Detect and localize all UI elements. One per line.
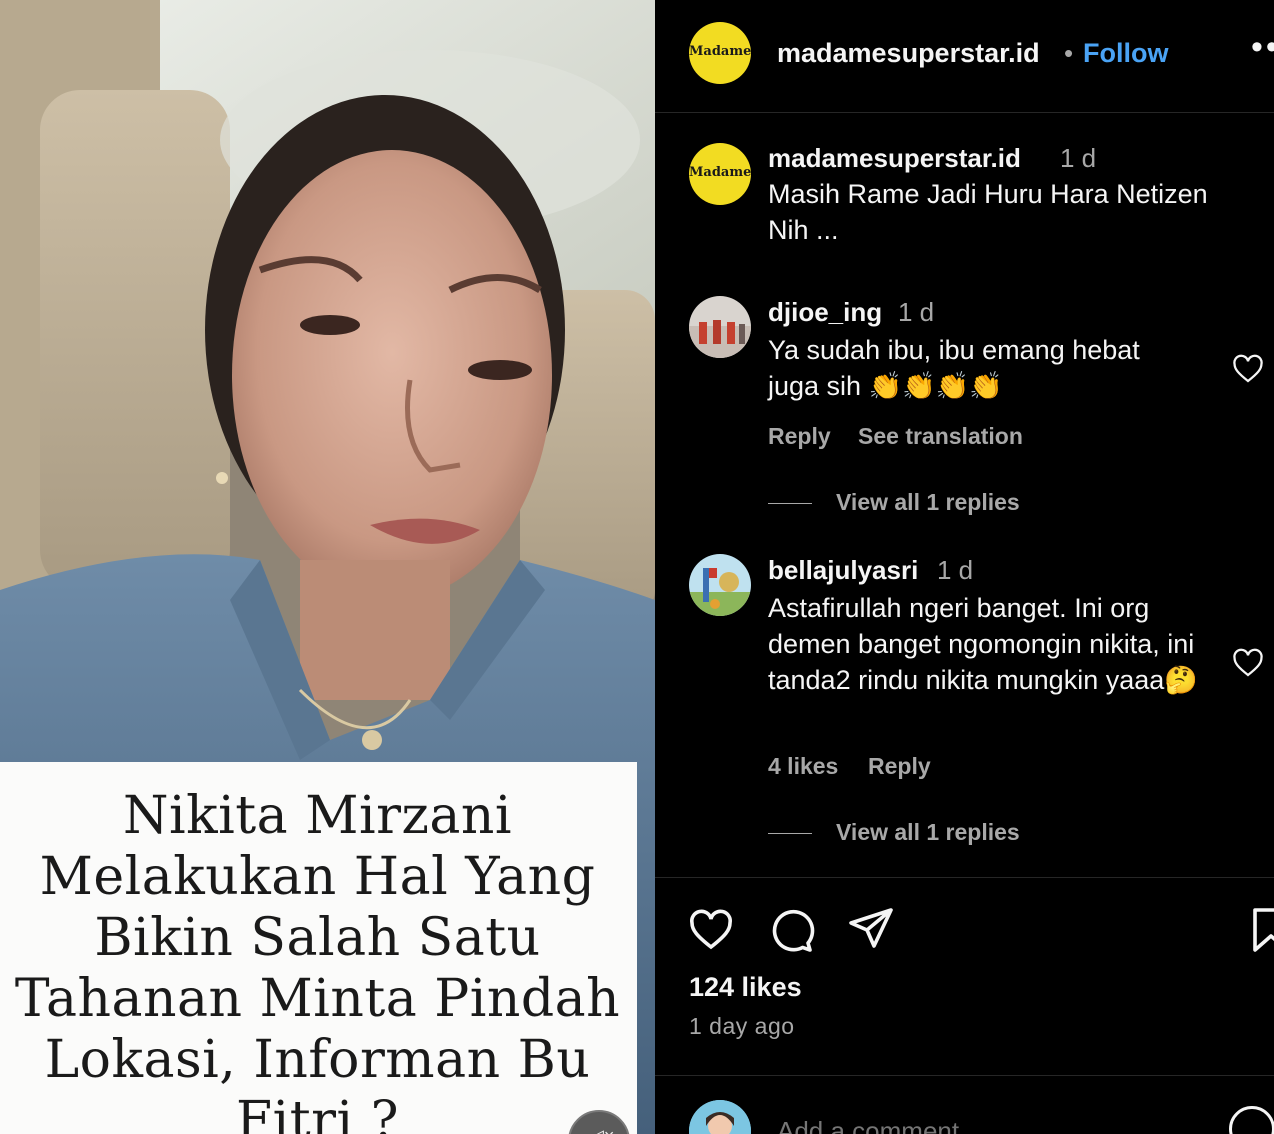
- likes-count[interactable]: 124 likes: [689, 972, 802, 1003]
- add-comment-input[interactable]: [777, 1116, 1217, 1134]
- follow-button[interactable]: Follow: [1083, 38, 1168, 69]
- comment-like-icon[interactable]: [1231, 646, 1265, 680]
- commenter-avatar[interactable]: [689, 296, 751, 358]
- comment-text: Astafirullah ngeri banget. Ini org demen…: [768, 593, 1198, 695]
- comment-likes-count[interactable]: 4 likes: [768, 753, 838, 780]
- divider: [655, 877, 1274, 878]
- bookmark-icon[interactable]: [1247, 906, 1274, 954]
- replies-divider: [768, 503, 812, 505]
- current-user-avatar: [689, 1100, 751, 1134]
- speaker-off-icon: ◁×: [590, 1126, 614, 1134]
- more-options-icon[interactable]: ••: [1251, 28, 1274, 67]
- comment-icon[interactable]: [767, 906, 815, 954]
- caption-card-text: Nikita Mirzani Melakukan Hal Yang Bikin …: [14, 786, 621, 1134]
- account-username[interactable]: madamesuperstar.id: [777, 38, 1040, 69]
- caption-time: 1 d: [1060, 143, 1097, 173]
- reply-button[interactable]: Reply: [868, 753, 931, 780]
- view-replies-button[interactable]: View all 1 replies: [768, 489, 1020, 516]
- header-separator: •: [1064, 38, 1074, 68]
- comment-username[interactable]: djioe_ing: [768, 297, 882, 328]
- reply-button[interactable]: Reply: [768, 423, 831, 450]
- heart-icon[interactable]: [687, 906, 735, 954]
- emoji-icon[interactable]: [1229, 1106, 1274, 1134]
- account-avatar[interactable]: Madame: [689, 22, 751, 84]
- comment-like-icon[interactable]: [1231, 352, 1265, 386]
- post-side-panel: Madame madamesuperstar.id • Follow •• Ma…: [655, 0, 1274, 1134]
- post-date: 1 day ago: [689, 1013, 795, 1039]
- share-icon[interactable]: [847, 904, 895, 952]
- see-translation-button[interactable]: See translation: [858, 423, 1023, 450]
- caption-avatar[interactable]: Madame: [689, 143, 751, 205]
- caption-card: Nikita Mirzani Melakukan Hal Yang Bikin …: [0, 762, 637, 1134]
- divider: [655, 1075, 1274, 1076]
- comment-text: Ya sudah ibu, ibu emang hebat juga sih 👏…: [768, 335, 1140, 401]
- post-header: Madame madamesuperstar.id • Follow ••: [655, 0, 1274, 113]
- caption-username[interactable]: madamesuperstar.id: [768, 143, 1021, 174]
- comment-username[interactable]: bellajulyasri: [768, 555, 918, 586]
- comment-time: 1 d: [937, 555, 974, 585]
- post-media[interactable]: Nikita Mirzani Melakukan Hal Yang Bikin …: [0, 0, 655, 1134]
- replies-divider: [768, 833, 812, 835]
- caption-text: Masih Rame Jadi Huru Hara Netizen Nih ..…: [768, 179, 1208, 245]
- commenter-avatar[interactable]: [689, 554, 751, 616]
- view-replies-button[interactable]: View all 1 replies: [768, 819, 1020, 846]
- comment-time: 1 d: [898, 297, 935, 327]
